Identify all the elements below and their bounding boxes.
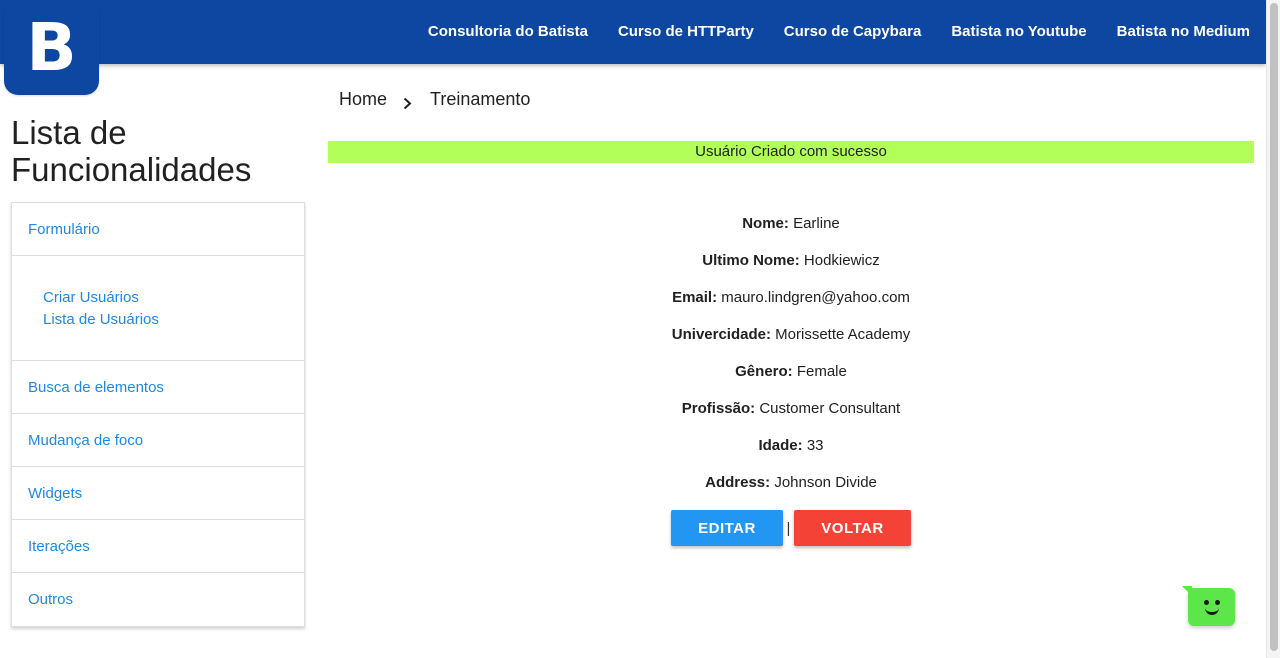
menu-item-widgets[interactable]: Widgets [12, 467, 304, 520]
field-ultimo-nome: Ultimo Nome: Hodkiewicz [702, 252, 880, 269]
menu-item-foco[interactable]: Mudança de foco [12, 414, 304, 467]
nav-link-capybara[interactable]: Curso de Capybara [784, 23, 922, 40]
nav-link-youtube[interactable]: Batista no Youtube [951, 23, 1086, 40]
sidebar-title: Lista de Funcionalidades [11, 114, 252, 188]
field-profissao: Profissão: Customer Consultant [681, 400, 901, 417]
breadcrumb-home[interactable]: Home [339, 89, 387, 110]
menu-item-iteracoes[interactable]: Iterações [12, 520, 304, 573]
submenu-link-criar-usuarios[interactable]: Criar Usuários [43, 287, 304, 309]
menu-item-label: Busca de elementos [28, 378, 164, 396]
brand-logo[interactable]: B [4, 0, 99, 95]
field-univercidade: Univercidade: Morissette Academy [671, 326, 911, 343]
back-button[interactable]: VOLTAR [794, 510, 911, 546]
field-address: Address: Johnson Divide [705, 474, 877, 491]
menu-item-label: Iterações [28, 537, 90, 555]
menu-item-label: Formulário [28, 220, 100, 238]
user-actions: EDITAR | VOLTAR [671, 510, 911, 546]
nav-link-medium[interactable]: Batista no Medium [1117, 23, 1250, 40]
menu-item-formulario[interactable]: Formulário [12, 203, 304, 256]
nav-link-consultoria[interactable]: Consultoria do Batista [428, 23, 588, 40]
submenu-link-lista-usuarios[interactable]: Lista de Usuários [43, 309, 304, 331]
breadcrumb: Home Treinamento [339, 87, 530, 111]
field-idade: Idade: 33 [758, 437, 824, 454]
menu-item-label: Mudança de foco [28, 431, 144, 449]
success-banner: Usuário Criado com sucesso [328, 141, 1254, 163]
scrollbar-thumb[interactable] [1270, 3, 1278, 651]
feature-menu: Formulário Criar Usuários Lista de Usuár… [11, 202, 305, 627]
chat-bubble-icon[interactable] [1182, 586, 1235, 626]
menu-item-outros[interactable]: Outros [12, 573, 304, 626]
top-navbar: Consultoria do Batista Curso de HTTParty… [0, 0, 1266, 64]
menu-item-label: Widgets [28, 484, 83, 502]
field-genero: Gênero: Female [735, 363, 847, 380]
menu-item-label: Outros [28, 591, 74, 608]
action-separator: | [786, 519, 791, 537]
chevron-right-icon [403, 89, 412, 110]
top-nav-links: Consultoria do Batista Curso de HTTParty… [398, 0, 1250, 64]
breadcrumb-current: Treinamento [430, 88, 531, 109]
menu-item-busca[interactable]: Busca de elementos [12, 361, 304, 414]
logo-letter: B [26, 8, 77, 86]
field-email: Email: mauro.lindgren@yahoo.com [672, 289, 910, 306]
formulario-submenu: Criar Usuários Lista de Usuários [12, 256, 304, 361]
vertical-scrollbar[interactable] [1266, 0, 1280, 658]
field-nome: Nome: Earline [742, 215, 840, 232]
nav-link-httparty[interactable]: Curso de HTTParty [618, 23, 754, 40]
user-details: Nome: Earline Ultimo Nome: Hodkiewicz Em… [328, 214, 1254, 510]
edit-button[interactable]: EDITAR [671, 510, 783, 546]
